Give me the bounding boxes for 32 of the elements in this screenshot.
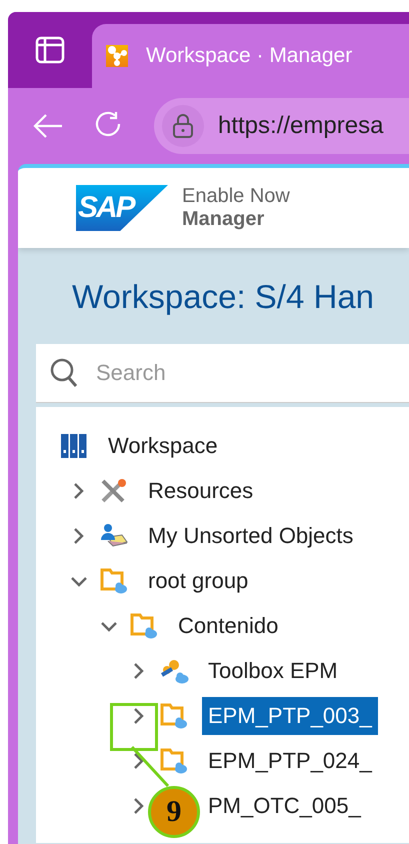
lock-icon[interactable] [172, 113, 194, 139]
sidebar-toggle-icon[interactable] [35, 36, 65, 64]
tools-icon [100, 478, 128, 504]
folder-cloud-icon [130, 612, 158, 640]
url-text: https://empresa [218, 112, 384, 140]
address-bar[interactable]: https://empresa [154, 98, 409, 154]
tree-item[interactable]: EPM_PTP_003_ [202, 696, 378, 734]
app-logo-icon [106, 45, 128, 67]
search-icon [50, 358, 78, 388]
tree-item[interactable]: EPM_PTP_024_ [202, 742, 378, 780]
highlight-frame [110, 703, 158, 751]
tree-item[interactable]: Toolbox EPM [202, 652, 344, 690]
search-field[interactable]: Search [36, 344, 409, 403]
user-tray-icon [100, 522, 128, 548]
workspace-binders-icon [60, 432, 88, 458]
page-title: Workspace: S/4 Han [71, 278, 376, 317]
tree-item[interactable]: Resources [142, 472, 260, 510]
folder-cloud-icon [160, 746, 188, 774]
search-input[interactable]: Search [94, 359, 378, 387]
tab-title: Workspace · Manager [146, 44, 352, 68]
tree-item[interactable]: PM_OTC_005_ [202, 786, 367, 824]
sap-logo: SAP [76, 185, 168, 231]
tree-item[interactable]: Contenido [172, 606, 284, 644]
leader-line [130, 746, 170, 788]
product-name: Enable Now [182, 185, 290, 208]
product-name: Manager [182, 208, 266, 231]
folder-cloud-icon [100, 566, 128, 594]
tree-item[interactable]: Workspace [102, 426, 224, 464]
folder-cloud-icon [160, 702, 188, 730]
tree-item[interactable]: root group [142, 562, 254, 600]
tree-item[interactable]: My Unsorted Objects [142, 516, 360, 554]
back-icon[interactable] [32, 112, 64, 140]
